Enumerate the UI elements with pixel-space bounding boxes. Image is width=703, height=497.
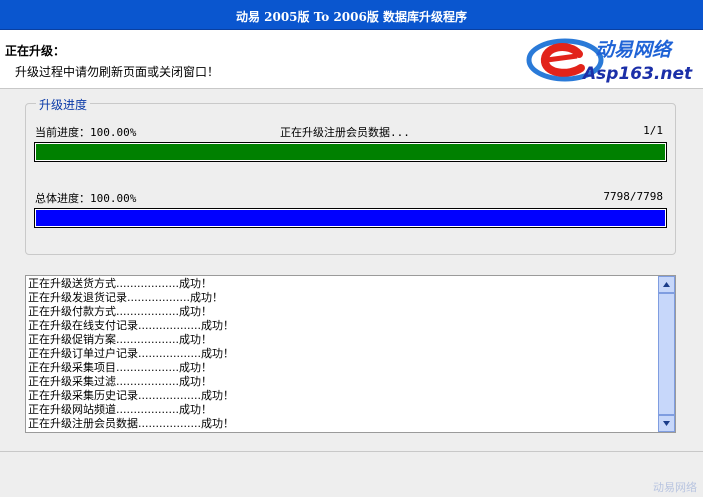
current-progress-status: 正在升级注册会员数据...: [280, 126, 410, 139]
log-lines: 正在升级送货方式..................成功！ 正在升级发退货记录..…: [28, 277, 657, 431]
log-line: 正在升级采集过滤..................成功！: [28, 375, 212, 388]
current-progress-bar: [34, 142, 667, 162]
log-line: 正在升级在线支付记录..................成功！: [28, 319, 234, 332]
log-line: 正在升级付款方式..................成功！: [28, 305, 212, 318]
total-progress-label: 总体进度：100.00%: [35, 192, 137, 205]
current-progress-count: 1/1: [643, 124, 663, 137]
scroll-down-button[interactable]: [658, 415, 675, 432]
log-line: 正在升级发退货记录..................成功！: [28, 291, 223, 304]
arrow-up-icon: [663, 282, 670, 287]
current-progress-label: 当前进度：100.00%: [35, 126, 137, 139]
log-line: 正在升级采集历史记录..................成功！: [28, 389, 234, 402]
log-line: 正在升级网站频道..................成功！: [28, 403, 212, 416]
logo-brand-en: Asp163.net: [581, 64, 693, 84]
watermark: 动易网络: [653, 481, 697, 494]
log-line: 正在升级注册会员数据..................成功！: [28, 417, 234, 430]
arrow-down-icon: [663, 421, 670, 426]
window-title: 动易 2005版 To 2006版 数据库升级程序: [235, 10, 468, 24]
log-line: 正在升级送货方式..................成功！: [28, 277, 212, 290]
brand-logo: 动易网络 Asp163.net: [526, 38, 693, 84]
log-line: 正在升级采集项目..................成功！: [28, 361, 212, 374]
total-progress-fill: [36, 210, 665, 226]
progress-legend: 升级进度: [36, 96, 91, 113]
log-scrollbar[interactable]: [658, 276, 675, 432]
scroll-up-button[interactable]: [658, 276, 675, 293]
scroll-thumb[interactable]: [658, 293, 675, 415]
total-progress-count: 7798/7798: [603, 190, 663, 203]
content-area: 升级进度 当前进度：100.00% 正在升级注册会员数据... 1/1 总体进度…: [0, 88, 703, 452]
log-line: 正在升级促销方案..................成功！: [28, 333, 212, 346]
status-title: 正在升级：: [5, 44, 66, 58]
header: 正在升级： 升级过程中请勿刷新页面或关闭窗口！ 动易网络 Asp163.net: [0, 30, 703, 88]
upgrade-log[interactable]: 正在升级送货方式..................成功！ 正在升级发退货记录..…: [25, 275, 676, 433]
logo-brand-cn: 动易网络: [595, 39, 674, 61]
total-progress-bar: [34, 208, 667, 228]
progress-group: 升级进度 当前进度：100.00% 正在升级注册会员数据... 1/1 总体进度…: [25, 96, 676, 255]
title-bar: 动易 2005版 To 2006版 数据库升级程序: [0, 0, 703, 30]
footer: 动易网络: [0, 452, 703, 497]
current-progress-fill: [36, 144, 665, 160]
log-line: 正在升级订单过户记录..................成功！: [28, 347, 234, 360]
status-note: 升级过程中请勿刷新页面或关闭窗口！: [15, 65, 220, 79]
